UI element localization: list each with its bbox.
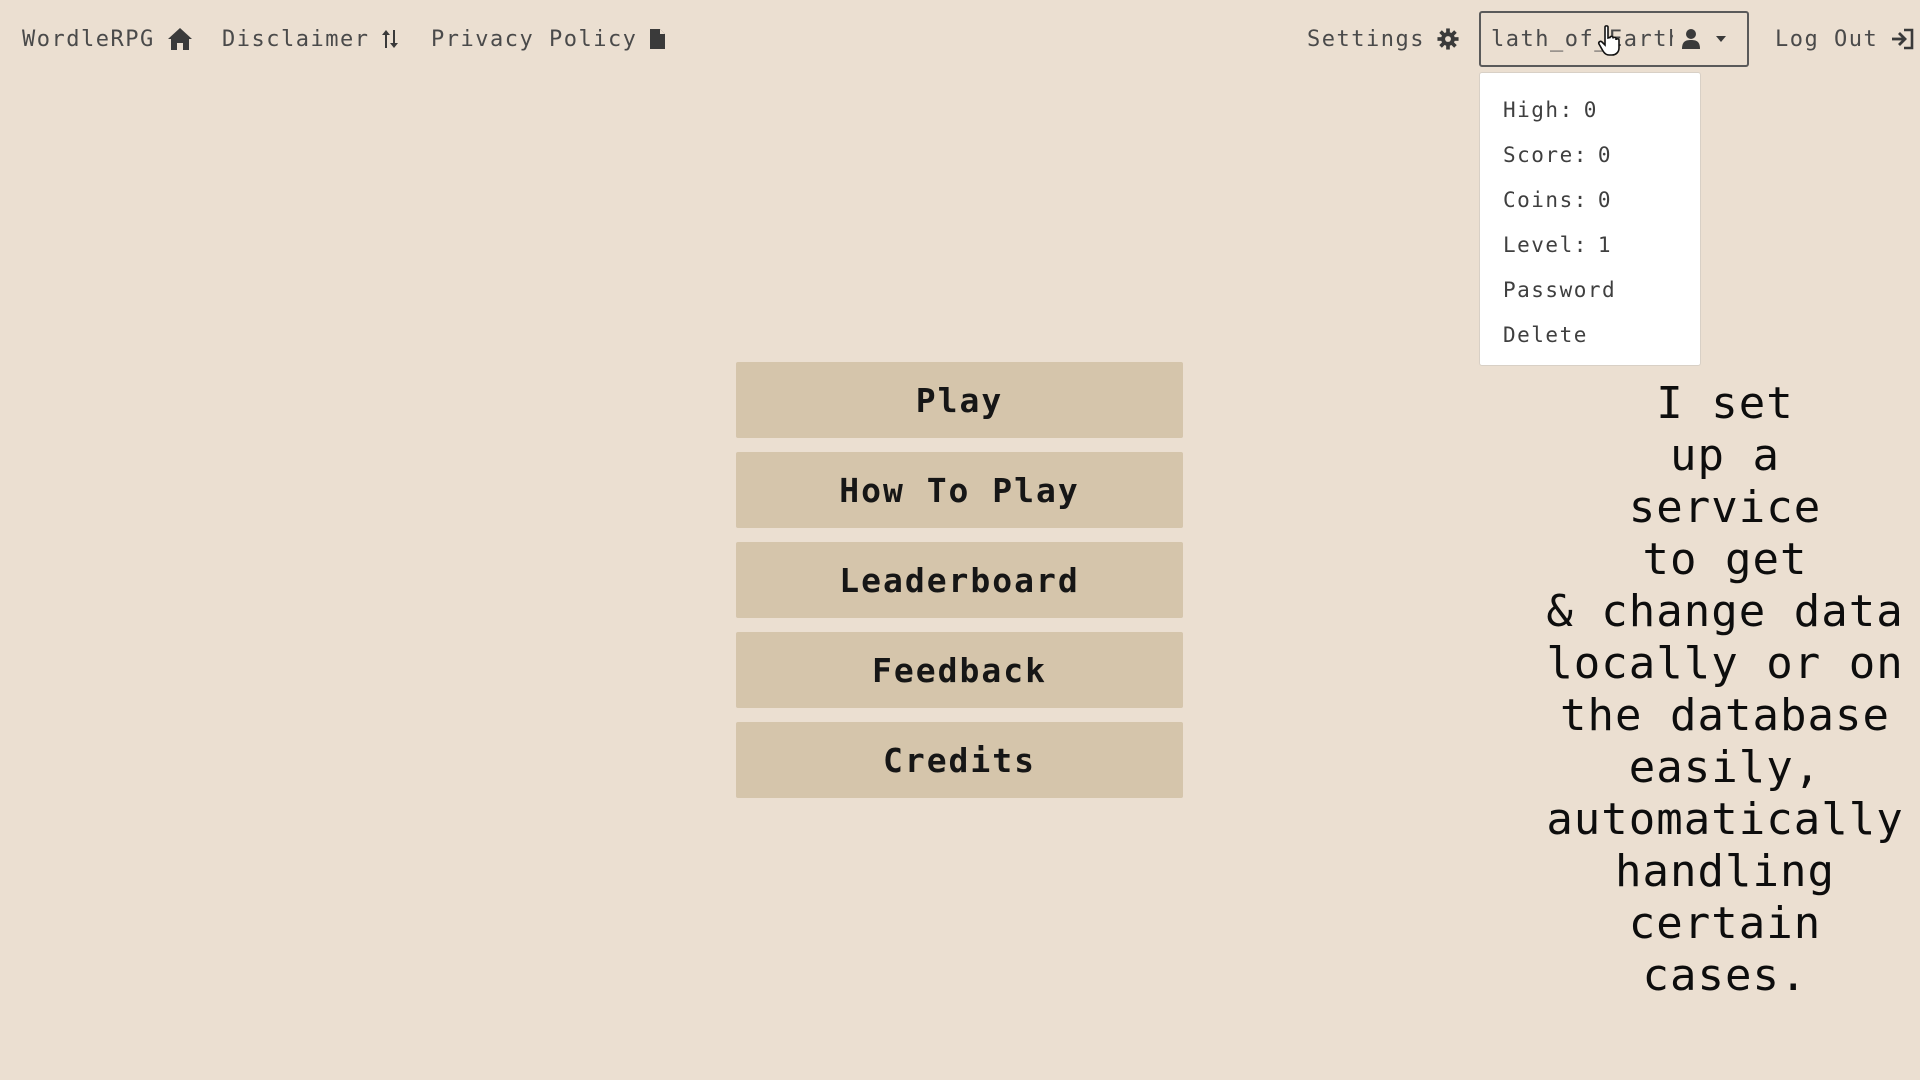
nav-privacy-label: Privacy Policy — [431, 26, 638, 52]
coins-value: 0 — [1597, 188, 1613, 212]
score-value: 0 — [1597, 143, 1613, 167]
nav-disclaimer-link[interactable]: Disclaimer — [222, 22, 399, 56]
level-value: 1 — [1597, 233, 1613, 257]
nav-settings-label: Settings — [1307, 26, 1425, 52]
play-button[interactable]: Play — [736, 362, 1183, 438]
sort-arrows-icon — [382, 30, 399, 48]
hand-cursor-icon — [1597, 25, 1620, 56]
leaderboard-button[interactable]: Leaderboard — [736, 542, 1183, 618]
feedback-button[interactable]: Feedback — [736, 632, 1183, 708]
score-label: Score: — [1503, 143, 1588, 167]
username-label: lath_of_Earth — [1491, 26, 1673, 52]
dropdown-item-delete[interactable]: Delete — [1480, 313, 1700, 358]
nav-brand-label: WordleRPG — [22, 26, 155, 52]
credits-button[interactable]: Credits — [736, 722, 1183, 798]
nav-settings-link[interactable]: Settings — [1307, 22, 1459, 56]
user-icon — [1682, 29, 1700, 49]
top-navbar: WordleRPG Disclaimer Privacy Policy Sett… — [0, 0, 1920, 76]
caret-down-icon — [1716, 36, 1726, 42]
nav-disclaimer-label: Disclaimer — [222, 26, 370, 52]
nav-home-link[interactable]: WordleRPG — [22, 22, 193, 56]
main-menu: Play How To Play Leaderboard Feedback Cr… — [736, 362, 1183, 812]
coins-label: Coins: — [1503, 188, 1588, 212]
dropdown-item-level[interactable]: Level: 1 — [1480, 223, 1700, 268]
level-label: Level: — [1503, 233, 1588, 257]
dropdown-item-coins[interactable]: Coins: 0 — [1480, 178, 1700, 223]
dropdown-item-password[interactable]: Password — [1480, 268, 1700, 313]
nav-logout-label: Log Out — [1775, 26, 1879, 52]
caption-overlay: I set up a service to get & change data … — [1546, 378, 1904, 1001]
sign-out-icon — [1892, 28, 1914, 50]
dropdown-item-high[interactable]: High: 0 — [1480, 88, 1700, 133]
nav-logout-link[interactable]: Log Out — [1775, 22, 1914, 56]
high-value: 0 — [1583, 98, 1598, 122]
document-icon — [650, 29, 666, 49]
high-label: High: — [1503, 98, 1574, 122]
dropdown-item-score[interactable]: Score: 0 — [1480, 133, 1700, 178]
home-icon — [167, 28, 192, 50]
gear-icon — [1437, 28, 1459, 50]
how-to-play-button[interactable]: How To Play — [736, 452, 1183, 528]
app-page: WordleRPG Disclaimer Privacy Policy Sett… — [0, 0, 1920, 1080]
user-dropdown-menu: High: 0 Score: 0 Coins: 0 Level: 1 Password … — [1479, 72, 1701, 366]
nav-privacy-link[interactable]: Privacy Policy — [431, 22, 666, 56]
